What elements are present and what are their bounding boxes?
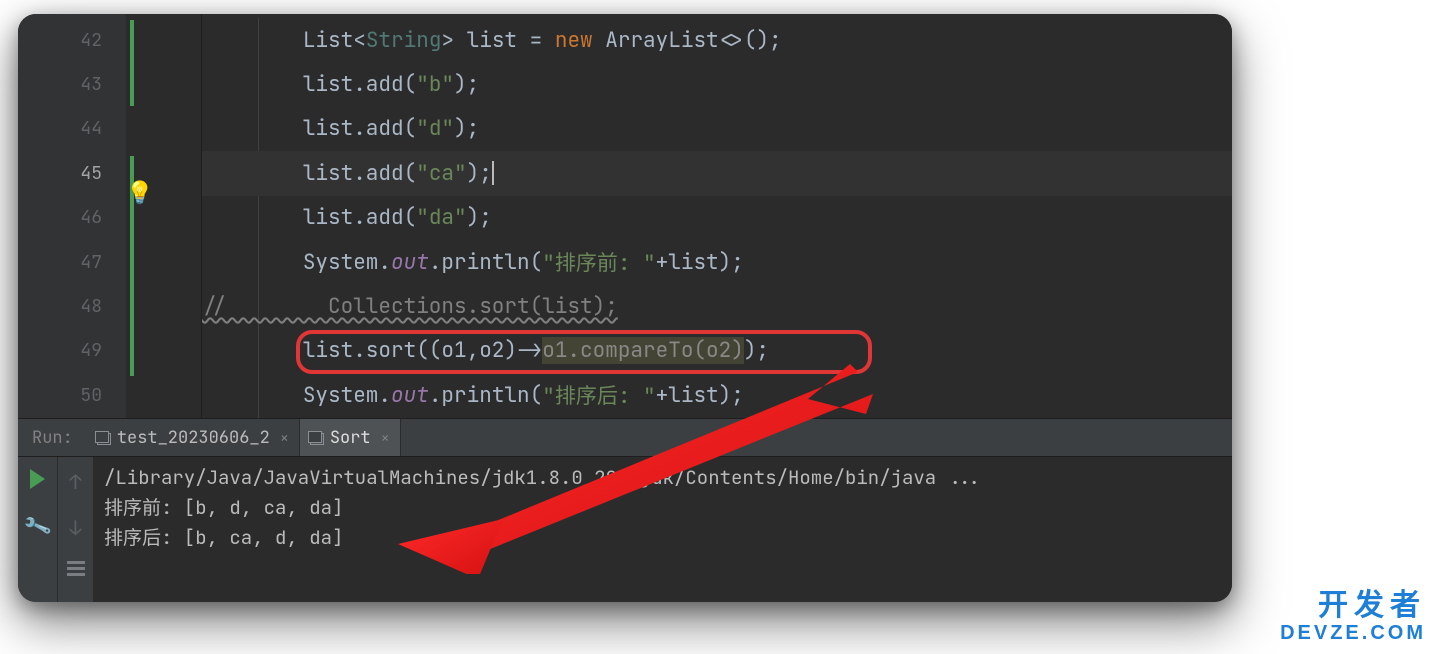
line-number-gutter: 42 43 44 45 46 47 48 49 50 [18, 14, 126, 418]
code-line[interactable]: list.add("da"); [202, 196, 1232, 240]
line-number: 43 [18, 62, 126, 106]
text-cursor [492, 161, 494, 185]
line-number: 46 [18, 196, 126, 240]
vcs-change-marker [130, 20, 134, 106]
console-line: /Library/Java/JavaVirtualMachines/jdk1.8… [104, 463, 1222, 493]
code-line[interactable]: System.out.println("排序后: "+list); [202, 373, 1232, 417]
tab-label: Sort [330, 427, 371, 449]
code-line[interactable]: System.out.println("排序前: "+list); [202, 240, 1232, 284]
line-number: 44 [18, 107, 126, 151]
icon-gutter: 💡 [126, 14, 202, 418]
ide-window: 42 43 44 45 46 47 48 49 50 💡 List<String… [18, 14, 1232, 602]
close-icon[interactable]: × [381, 428, 390, 448]
line-number: 49 [18, 329, 126, 373]
code-line[interactable]: // Collections.sort(list); [202, 284, 1232, 328]
watermark: 开发者 DEVZE.COM [1280, 589, 1426, 644]
down-arrow-icon[interactable]: ↓ [70, 515, 82, 541]
rerun-icon[interactable] [30, 469, 45, 489]
console-output[interactable]: /Library/Java/JavaVirtualMachines/jdk1.8… [94, 457, 1232, 602]
console-toolbar: ↑ ↓ [58, 457, 94, 602]
run-config-icon [95, 431, 111, 445]
tab-label: test_20230606_2 [117, 427, 270, 449]
line-number: 48 [18, 284, 126, 328]
run-tool-window: Run: test_20230606_2 × Sort × 🔧 ↑ ↓ [18, 418, 1232, 602]
run-tab-sort[interactable]: Sort × [300, 419, 401, 456]
code-line[interactable]: list.sort((o1,o2)->o1.compareTo(o2)); [202, 329, 1232, 373]
run-tab-test[interactable]: test_20230606_2 × [87, 419, 300, 456]
line-number: 42 [18, 18, 126, 62]
console-line: 排序后: [b, ca, d, da] [104, 523, 1222, 553]
code-editor[interactable]: 42 43 44 45 46 47 48 49 50 💡 List<String… [18, 14, 1232, 418]
code-line[interactable]: list.add("d"); [202, 107, 1232, 151]
watermark-bottom: DEVZE.COM [1280, 622, 1426, 644]
close-icon[interactable]: × [280, 428, 289, 448]
code-line[interactable]: list.add("ca"); [202, 151, 1232, 195]
run-config-icon [308, 431, 324, 445]
console-line: 排序前: [b, d, ca, da] [104, 493, 1222, 523]
line-number: 50 [18, 373, 126, 417]
run-header: Run: test_20230606_2 × Sort × [18, 419, 1232, 457]
code-line[interactable]: List<String> list = new ArrayList<>(); [202, 18, 1232, 62]
code-line[interactable]: list.add("b"); [202, 62, 1232, 106]
wrench-icon[interactable]: 🔧 [21, 510, 53, 543]
run-toolbar: 🔧 [18, 457, 58, 602]
run-body: 🔧 ↑ ↓ /Library/Java/JavaVirtualMachines/… [18, 457, 1232, 602]
code-area[interactable]: List<String> list = new ArrayList<>(); l… [202, 14, 1232, 418]
line-number: 47 [18, 240, 126, 284]
soft-wrap-icon[interactable] [67, 561, 85, 576]
watermark-top: 开发者 [1280, 589, 1426, 622]
up-arrow-icon[interactable]: ↑ [70, 469, 82, 495]
intention-bulb-icon[interactable]: 💡 [126, 182, 148, 204]
line-number: 45 [18, 151, 126, 195]
run-label: Run: [18, 427, 87, 449]
